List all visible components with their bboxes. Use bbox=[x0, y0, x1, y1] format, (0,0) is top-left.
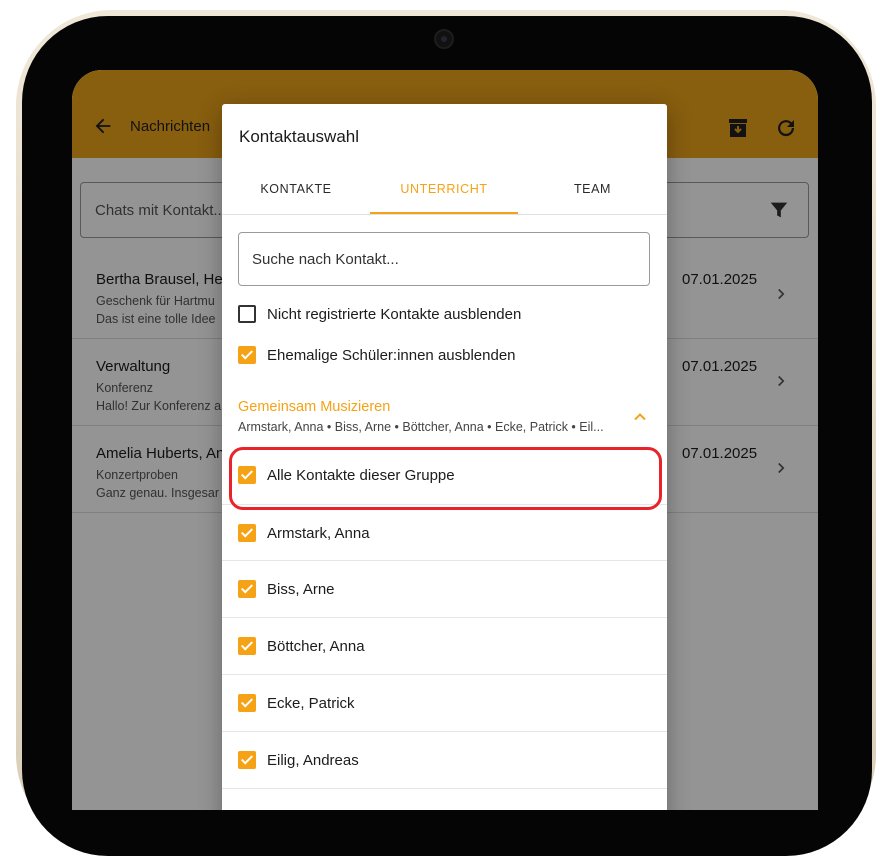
dialog-title: Kontaktauswahl bbox=[239, 127, 360, 146]
hide-unregistered-option[interactable]: Nicht registrierte Kontakte ausblenden bbox=[238, 302, 521, 326]
tab-team[interactable]: TEAM bbox=[518, 174, 667, 215]
contact-search-input[interactable] bbox=[252, 233, 632, 285]
contact-name: Eilig, Andreas bbox=[267, 751, 359, 769]
contact-row[interactable]: Böttcher, Anna bbox=[222, 618, 667, 675]
tab-unterricht[interactable]: UNTERRICHT bbox=[370, 174, 518, 215]
contact-name: Böttcher, Anna bbox=[267, 637, 365, 655]
tab-kontakte[interactable]: KONTAKTE bbox=[222, 174, 370, 215]
contact-row[interactable]: Armstark, Anna bbox=[222, 504, 667, 561]
group-members-summary: Armstark, Anna • Biss, Arne • Böttcher, … bbox=[238, 420, 604, 434]
contact-name: Biss, Arne bbox=[267, 580, 335, 598]
contact-checkbox[interactable] bbox=[238, 694, 256, 712]
contact-name: Armstark, Anna bbox=[267, 524, 370, 542]
hide-former-students-option[interactable]: Ehemalige Schüler:innen ausblenden bbox=[238, 343, 516, 367]
contact-row[interactable]: Biss, Arne bbox=[222, 561, 667, 618]
group-title[interactable]: Gemeinsam Musizieren bbox=[238, 399, 390, 415]
hide-unregistered-checkbox[interactable] bbox=[238, 305, 256, 323]
contact-checkbox[interactable] bbox=[238, 637, 256, 655]
hide-former-students-checkbox[interactable] bbox=[238, 346, 256, 364]
contact-option[interactable]: Böttcher, Anna bbox=[238, 634, 365, 658]
chevron-up-icon[interactable] bbox=[630, 407, 650, 427]
screen: Nachrichten Chats mit Kontakt... Bertha … bbox=[72, 70, 818, 810]
contact-row[interactable]: Eilig, Andreas bbox=[222, 732, 667, 789]
contact-name: Ecke, Patrick bbox=[267, 694, 355, 712]
contact-checkbox[interactable] bbox=[238, 580, 256, 598]
contact-row[interactable]: Ecke, Patrick bbox=[222, 675, 667, 732]
contact-checkbox[interactable] bbox=[238, 524, 256, 542]
contact-option[interactable]: Ecke, Patrick bbox=[238, 691, 355, 715]
contact-option[interactable]: Biss, Arne bbox=[238, 577, 335, 601]
contact-search-field[interactable] bbox=[238, 232, 650, 286]
contact-option[interactable]: Eilig, Andreas bbox=[238, 748, 359, 772]
contact-option[interactable]: Armstark, Anna bbox=[238, 521, 370, 545]
hide-unregistered-label: Nicht registrierte Kontakte ausblenden bbox=[267, 305, 522, 323]
tab-bar: KONTAKTE UNTERRICHT TEAM bbox=[222, 174, 667, 215]
camera-icon bbox=[434, 29, 454, 49]
contact-checkbox[interactable] bbox=[238, 751, 256, 769]
highlight-annotation bbox=[229, 447, 662, 510]
active-tab-indicator bbox=[370, 212, 518, 214]
hide-former-students-label: Ehemalige Schüler:innen ausblenden bbox=[267, 346, 516, 364]
